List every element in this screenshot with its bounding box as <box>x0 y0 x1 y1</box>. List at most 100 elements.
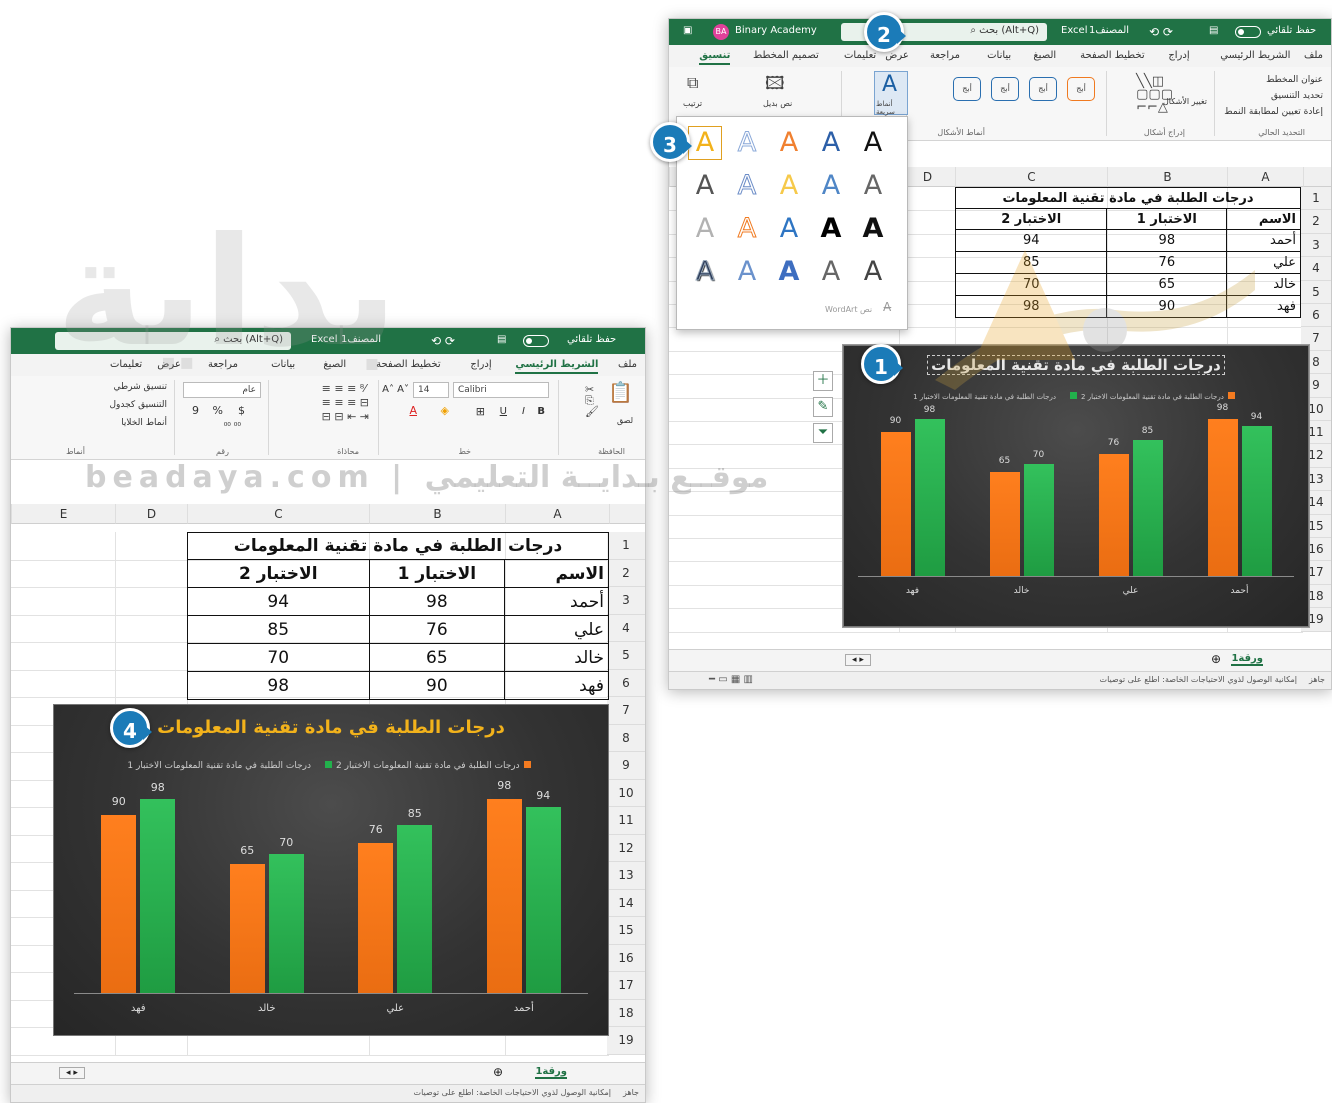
wordart-style-option[interactable]: A <box>773 170 805 202</box>
currency-button[interactable]: $ <box>238 404 245 417</box>
accessibility-status[interactable]: إمكانية الوصول لذوي الاحتياجات الخاصة: ا… <box>1100 675 1297 684</box>
tab-1[interactable]: ملف <box>1304 50 1323 61</box>
wordart-style-option[interactable]: A <box>731 127 763 159</box>
autosave-toggle[interactable] <box>523 335 549 347</box>
cell[interactable]: 70 <box>187 643 370 672</box>
cell[interactable]: 94 <box>954 229 1108 252</box>
format-as-table-button[interactable]: التنسيق كجدول <box>110 400 168 410</box>
wordart-style-option[interactable]: A <box>773 127 805 159</box>
cell[interactable]: 85 <box>187 615 370 644</box>
bar-test1[interactable] <box>1098 454 1129 576</box>
row-header[interactable]: 2 <box>1301 210 1331 234</box>
row-header[interactable]: 18 <box>607 999 645 1027</box>
chart-area-selector[interactable]: عنوان المخطط <box>1266 75 1323 85</box>
alt-text-icon[interactable]: 🖾 <box>765 75 785 93</box>
row-header[interactable]: 16 <box>607 944 645 972</box>
font-name-select[interactable]: Calibri <box>453 382 549 398</box>
tab-3[interactable]: إدراج <box>1168 50 1189 61</box>
bar-test2[interactable] <box>397 824 433 993</box>
wordart-style-option[interactable]: A <box>857 213 889 245</box>
alt-text-button[interactable]: نص بديل <box>763 99 792 108</box>
tab-2[interactable]: الشريط الرئيسي <box>515 359 599 374</box>
row-header[interactable]: 1 <box>607 532 645 560</box>
font-size-select[interactable]: 14 <box>413 382 449 398</box>
bar-test1[interactable] <box>880 432 911 576</box>
column-header-B[interactable]: B <box>369 504 505 524</box>
wordart-style-option[interactable]: A <box>857 256 889 288</box>
column-header-E[interactable]: E <box>11 504 115 524</box>
header-test2[interactable]: الاختبار 2 <box>187 559 370 588</box>
format-selection-button[interactable]: تحديد التنسيق <box>1271 91 1323 101</box>
chart-title[interactable]: درجات الطلبة في مادة تقنية المعلومات <box>926 355 1226 375</box>
cell[interactable]: فهد <box>1226 295 1301 318</box>
cell[interactable]: 65 <box>1106 273 1228 296</box>
autosave-toggle[interactable] <box>1235 26 1261 38</box>
tab-6[interactable]: بيانات <box>271 359 295 370</box>
wordart-style-option[interactable]: A <box>731 256 763 288</box>
row-header[interactable]: 5 <box>607 642 645 670</box>
shape-style-preset[interactable]: أبج <box>991 77 1019 101</box>
chart-legend[interactable]: درجات الطلبة في مادة تقنية المعلومات الا… <box>54 761 608 771</box>
wordart-style-option[interactable]: A <box>815 127 847 159</box>
column-header-B[interactable]: B <box>1107 167 1227 187</box>
column-header-D[interactable]: D <box>115 504 187 524</box>
wordart-style-option[interactable]: A <box>689 256 721 288</box>
account-name[interactable]: Binary Academy <box>735 25 817 36</box>
cell-styles-button[interactable]: أنماط الخلايا <box>121 418 167 428</box>
chart-legend[interactable]: درجات الطلبة في مادة تقنية المعلومات الا… <box>844 392 1308 401</box>
row-header[interactable]: 3 <box>1301 233 1331 258</box>
add-sheet-icon[interactable]: ⊕ <box>1211 652 1221 666</box>
tab-2[interactable]: الشريط الرئيسي <box>1220 50 1290 61</box>
wordart-style-option[interactable]: A <box>731 213 763 245</box>
tab-1[interactable]: ملف <box>618 359 637 370</box>
header-name[interactable]: الاسم <box>504 559 609 588</box>
row-header[interactable]: 4 <box>1301 257 1331 281</box>
conditional-format-button[interactable]: تنسيق شرطي <box>113 382 167 392</box>
search-box[interactable]: ⌕ بحث (Alt+Q) <box>55 332 291 350</box>
underline-button[interactable]: U <box>500 406 507 417</box>
clear-wordart-icon[interactable]: A̶ <box>883 300 891 314</box>
bar-test2[interactable] <box>268 854 304 993</box>
undo-redo-icons[interactable]: ⟲ ⟳ <box>1149 25 1173 39</box>
row-header[interactable]: 1 <box>1301 187 1331 211</box>
row-header[interactable]: 10 <box>607 779 645 807</box>
wordart-style-option[interactable]: A <box>815 256 847 288</box>
bar-test1[interactable] <box>486 798 522 993</box>
wordart-style-option[interactable]: A <box>857 127 889 159</box>
accessibility-status[interactable]: إمكانية الوصول لذوي الاحتياجات الخاصة: ا… <box>414 1088 611 1097</box>
tab-5[interactable]: الصيغ <box>323 359 346 370</box>
row-header[interactable]: 6 <box>607 669 645 697</box>
cut-copy-icons[interactable]: ✂ ⎘ 🖌 <box>585 384 599 417</box>
header-test1[interactable]: الاختبار 1 <box>1106 208 1228 230</box>
row-header[interactable]: 12 <box>607 834 645 862</box>
bar-test2[interactable] <box>140 798 176 993</box>
gallery-footer[interactable]: WordArt نص <box>825 305 872 314</box>
tab-6[interactable]: بيانات <box>987 50 1011 61</box>
cell[interactable]: أحمد <box>1226 229 1301 252</box>
reset-style-button[interactable]: إعادة تعيين لمطابقة النمط <box>1224 107 1323 117</box>
comma-button[interactable]: 9 <box>192 404 199 417</box>
account-avatar[interactable]: BA <box>713 24 729 40</box>
bar-test1[interactable] <box>229 864 265 993</box>
arrange-button[interactable]: ترتيب <box>683 99 702 108</box>
change-shape-button[interactable]: تغيير الأشكال <box>1163 97 1207 106</box>
row-header[interactable]: 8 <box>607 724 645 752</box>
row-header[interactable]: 13 <box>607 862 645 890</box>
bar-test2[interactable] <box>525 806 561 993</box>
arrange-icon[interactable]: ⧉ <box>687 75 698 91</box>
row-header[interactable]: 7 <box>607 697 645 725</box>
column-header-C[interactable]: C <box>187 504 369 524</box>
scroll-left-icon[interactable]: ◂ ▸ <box>59 1067 85 1079</box>
cell[interactable]: 76 <box>1106 251 1228 274</box>
italic-button[interactable]: I <box>522 406 525 417</box>
chart-styles-button[interactable]: ✎ <box>813 397 833 417</box>
cell[interactable]: 98 <box>187 671 370 700</box>
cell[interactable]: 98 <box>1106 229 1228 252</box>
bar-test2[interactable] <box>1241 425 1272 576</box>
wordart-style-option[interactable]: A <box>731 170 763 202</box>
shape-style-preset[interactable]: أبج <box>1067 77 1095 101</box>
tab-9[interactable]: تعليمات <box>110 359 142 370</box>
save-icon[interactable]: ▤ <box>497 334 506 345</box>
tab-10[interactable]: تصميم المخطط <box>753 50 819 61</box>
column-header-A[interactable]: A <box>505 504 609 524</box>
